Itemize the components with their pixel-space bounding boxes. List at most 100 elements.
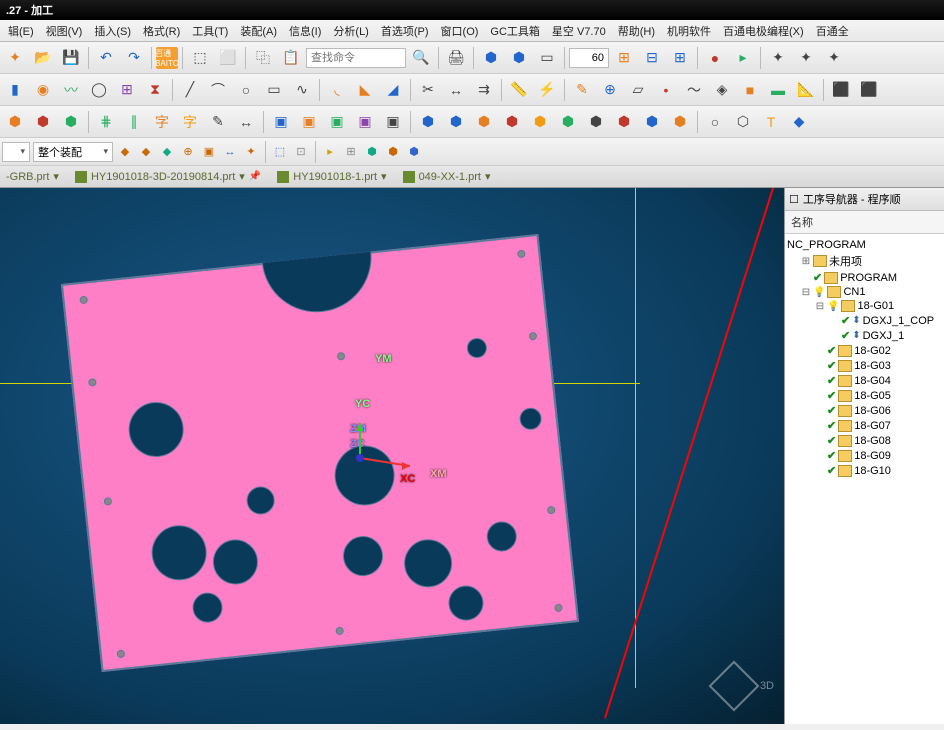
curve-icon[interactable]: 〜 [681, 77, 707, 103]
sweep-icon[interactable]: 〰 [58, 77, 84, 103]
numeric-input[interactable] [569, 48, 609, 68]
undo-icon[interactable]: ↶ [93, 45, 119, 71]
menu-view[interactable]: 视图(V) [40, 21, 89, 41]
tree-op-1[interactable]: ✔⬍DGXJ_1_COP [787, 313, 942, 328]
sel-icon-5[interactable]: ▣ [200, 143, 218, 161]
tree-group-4[interactable]: ✔18-G04 [787, 373, 942, 388]
sel-icon-2[interactable]: ◆ [137, 143, 155, 161]
iso5-icon[interactable]: ⬢ [527, 109, 553, 135]
cube2-icon[interactable]: ⬢ [506, 45, 532, 71]
circle2-icon[interactable]: ○ [702, 109, 728, 135]
csys2-icon[interactable]: ✦ [793, 45, 819, 71]
tree-program[interactable]: ✔PROGRAM [787, 270, 942, 285]
iso2-icon[interactable]: ⬢ [443, 109, 469, 135]
open-icon[interactable]: 📂 [30, 45, 56, 71]
dropdown-icon[interactable]: ▾ [381, 170, 387, 183]
new-icon[interactable]: ✦ [2, 45, 28, 71]
sel-icon-3[interactable]: ◆ [158, 143, 176, 161]
csys1-icon[interactable]: ✦ [765, 45, 791, 71]
menu-prefs[interactable]: 首选项(P) [375, 21, 435, 41]
revolve-icon[interactable]: ◉ [30, 77, 56, 103]
extend-icon[interactable]: ↔ [443, 77, 469, 103]
tree-group-8[interactable]: ✔18-G08 [787, 433, 942, 448]
arc-icon[interactable]: ⌒ [205, 77, 231, 103]
iso3-icon[interactable]: ⬢ [471, 109, 497, 135]
iso4-icon[interactable]: ⬢ [499, 109, 525, 135]
pattern-icon[interactable]: ⊞ [114, 77, 140, 103]
measure-icon[interactable]: 📏 [506, 77, 532, 103]
menu-format[interactable]: 格式(R) [137, 21, 186, 41]
menu-assembly[interactable]: 装配(A) [234, 21, 283, 41]
fillet-icon[interactable]: ◟ [324, 77, 350, 103]
rect2-icon[interactable]: ▭ [261, 77, 287, 103]
datum-icon[interactable]: ⊕ [597, 77, 623, 103]
file-tab-4[interactable]: 049-XX-1.prt ▾ [399, 168, 495, 185]
filter-dropdown[interactable] [2, 142, 30, 162]
view1-icon[interactable]: ⬛ [828, 77, 854, 103]
mod1-icon[interactable]: ▣ [268, 109, 294, 135]
sel-icon-6[interactable]: ↔ [221, 143, 239, 161]
search-icon[interactable]: 🔍 [408, 45, 434, 71]
canvas-3d[interactable]: YM YC ZM ZC XC XM 3D [0, 188, 784, 724]
menu-help[interactable]: 帮助(H) [612, 21, 661, 41]
paste-icon[interactable]: 📋 [278, 45, 304, 71]
sel-icon-4[interactable]: ⊕ [179, 143, 197, 161]
tree-group-6[interactable]: ✔18-G06 [787, 403, 942, 418]
point-icon[interactable]: • [653, 77, 679, 103]
op1-icon[interactable]: ⬢ [2, 109, 28, 135]
menu-edit[interactable]: 辑(E) [2, 21, 40, 41]
record-icon[interactable]: ● [702, 45, 728, 71]
menu-window[interactable]: 窗口(O) [435, 21, 485, 41]
file-tab-2[interactable]: HY1901018-3D-20190814.prt ▾ 📌 [71, 168, 265, 185]
spline-icon[interactable]: ∿ [289, 77, 315, 103]
tree-root[interactable]: NC_PROGRAM [787, 238, 942, 252]
tree-group-3[interactable]: ✔18-G03 [787, 358, 942, 373]
file-tab-1[interactable]: -GRB.prt ▾ [2, 168, 63, 185]
menu-baitong-electrode[interactable]: 百通电极编程(X) [717, 21, 810, 41]
dropdown-icon[interactable]: ▾ [239, 170, 245, 183]
hex-icon[interactable]: ⬡ [730, 109, 756, 135]
menu-xingkong[interactable]: 星空 V7.70 [546, 21, 612, 41]
tree-group-5[interactable]: ✔18-G05 [787, 388, 942, 403]
assembly-dropdown[interactable]: 整个装配 [33, 142, 113, 162]
iso6-icon[interactable]: ⬢ [555, 109, 581, 135]
select-icon[interactable]: ⬚ [187, 45, 213, 71]
rect-icon[interactable]: ▭ [534, 45, 560, 71]
tree-unused[interactable]: ⊞未用项 [787, 252, 942, 270]
sel-icon-13[interactable]: ⬢ [384, 143, 402, 161]
iso1-icon[interactable]: ⬢ [415, 109, 441, 135]
sel-icon-9[interactable]: ⊡ [292, 143, 310, 161]
double-line-icon[interactable]: ∥ [121, 109, 147, 135]
play-icon[interactable]: ▸ [730, 45, 756, 71]
tree-group-2[interactable]: ✔18-G02 [787, 343, 942, 358]
sel-icon-7[interactable]: ✦ [242, 143, 260, 161]
char-icon[interactable]: 字 [149, 109, 175, 135]
draft-icon[interactable]: ◢ [380, 77, 406, 103]
view2-icon[interactable]: ⬛ [856, 77, 882, 103]
note-icon[interactable]: ✎ [205, 109, 231, 135]
extrude-icon[interactable]: ▮ [2, 77, 28, 103]
ruler-icon[interactable]: 📐 [793, 77, 819, 103]
solid-icon[interactable]: ■ [737, 77, 763, 103]
sel-icon-12[interactable]: ⬢ [363, 143, 381, 161]
menu-baitong-all[interactable]: 百通全 [810, 21, 855, 41]
chamfer-icon[interactable]: ◣ [352, 77, 378, 103]
shape-icon[interactable]: ◆ [786, 109, 812, 135]
mod5-icon[interactable]: ▣ [380, 109, 406, 135]
mod3-icon[interactable]: ▣ [324, 109, 350, 135]
module1-icon[interactable]: ⊟ [639, 45, 665, 71]
dropdown-icon[interactable]: ▾ [53, 170, 59, 183]
mirror-icon[interactable]: ⧗ [142, 77, 168, 103]
hash-icon[interactable]: ⋕ [93, 109, 119, 135]
offset-icon[interactable]: ⇉ [471, 77, 497, 103]
tree-cn1[interactable]: ⊟💡CN1 [787, 285, 942, 299]
op3-icon[interactable]: ⬢ [58, 109, 84, 135]
sheet-icon[interactable]: ▬ [765, 77, 791, 103]
menu-insert[interactable]: 插入(S) [88, 21, 137, 41]
command-search[interactable] [306, 48, 406, 68]
sel-icon-8[interactable]: ⬚ [271, 143, 289, 161]
print-icon[interactable]: 🖨 [443, 45, 469, 71]
menu-tools[interactable]: 工具(T) [186, 21, 234, 41]
sel-icon-11[interactable]: ⊞ [342, 143, 360, 161]
menu-jiming[interactable]: 机明软件 [661, 21, 717, 41]
